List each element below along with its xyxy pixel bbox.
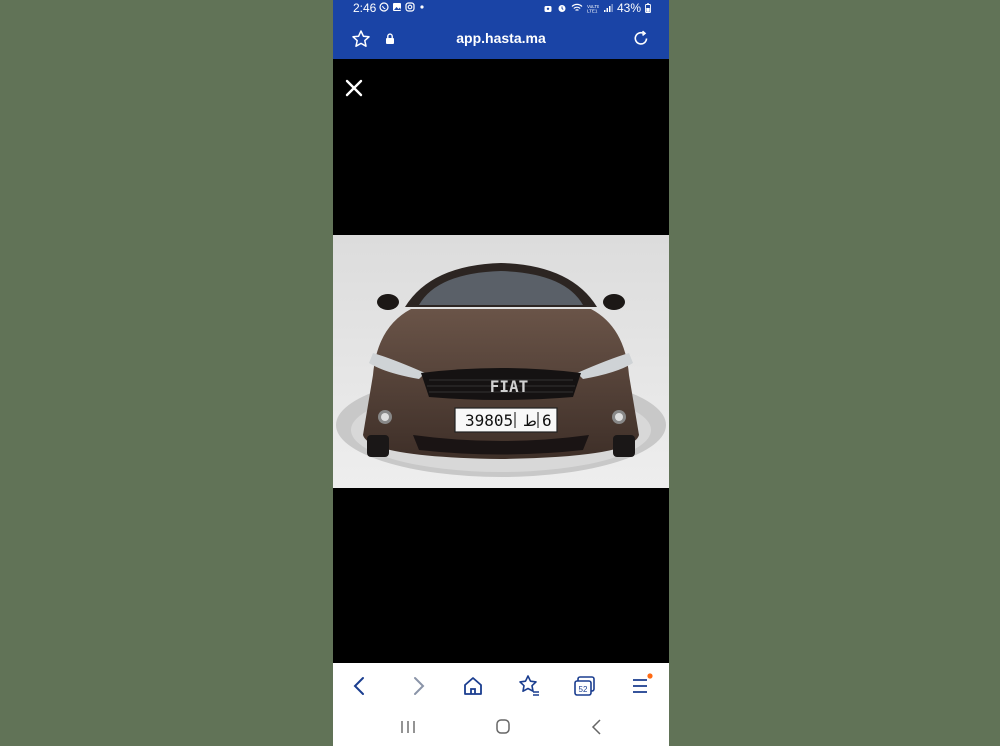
- status-bar: 2:46 VoLTE LTE1 43%: [333, 0, 669, 18]
- forward-icon[interactable]: [405, 673, 431, 699]
- recent-apps-icon[interactable]: [398, 718, 418, 736]
- system-status-icons: VoLTE LTE1 43%: [543, 1, 651, 15]
- volte-icon: VoLTELTE1: [587, 4, 599, 14]
- brand-badge: FIAT: [490, 377, 529, 396]
- privacy-icon: [544, 6, 552, 12]
- url-text[interactable]: app.hasta.ma: [333, 30, 669, 46]
- plate-arabic: ط: [523, 412, 537, 430]
- tabs-icon[interactable]: 52: [572, 673, 598, 699]
- home-icon[interactable]: [460, 673, 486, 699]
- menu-icon[interactable]: [628, 673, 654, 699]
- phone-screen: 2:46 VoLTE LTE1 43% app.hasta.ma FIAT 39…: [333, 0, 669, 746]
- notification-icons: [379, 2, 426, 12]
- battery-icon: [645, 3, 651, 13]
- whatsapp-icon: [379, 2, 389, 12]
- instagram-icon: [405, 2, 415, 12]
- battery-percentage: 43%: [616, 1, 641, 15]
- plate-region: 6: [542, 411, 552, 430]
- svg-text:LTE1: LTE1: [587, 9, 598, 14]
- address-bar[interactable]: app.hasta.ma: [333, 20, 669, 58]
- wifi-icon: [571, 3, 583, 11]
- image-viewer: FIAT 39805 ط 6: [333, 59, 669, 663]
- alarm-icon: [558, 5, 566, 12]
- browser-header: 2:46 VoLTE LTE1 43% app.hasta.ma: [333, 0, 669, 59]
- car-photo: FIAT 39805 ط 6: [333, 235, 669, 488]
- close-icon[interactable]: [343, 77, 365, 99]
- bookmarks-icon[interactable]: [516, 673, 542, 699]
- system-navigation-bar: [333, 708, 669, 746]
- home-circle-icon[interactable]: [493, 718, 513, 736]
- plate-number: 39805: [465, 411, 513, 430]
- reload-icon[interactable]: [631, 29, 651, 49]
- dot-icon: [420, 5, 424, 9]
- gallery-icon: [393, 3, 401, 11]
- system-back-icon[interactable]: [587, 718, 607, 736]
- tabs-count: 52: [579, 685, 588, 694]
- back-icon[interactable]: [347, 673, 373, 699]
- signal-icon: [603, 4, 613, 12]
- browser-bottom-toolbar: 52: [333, 663, 669, 708]
- status-time: 2:46: [353, 1, 377, 15]
